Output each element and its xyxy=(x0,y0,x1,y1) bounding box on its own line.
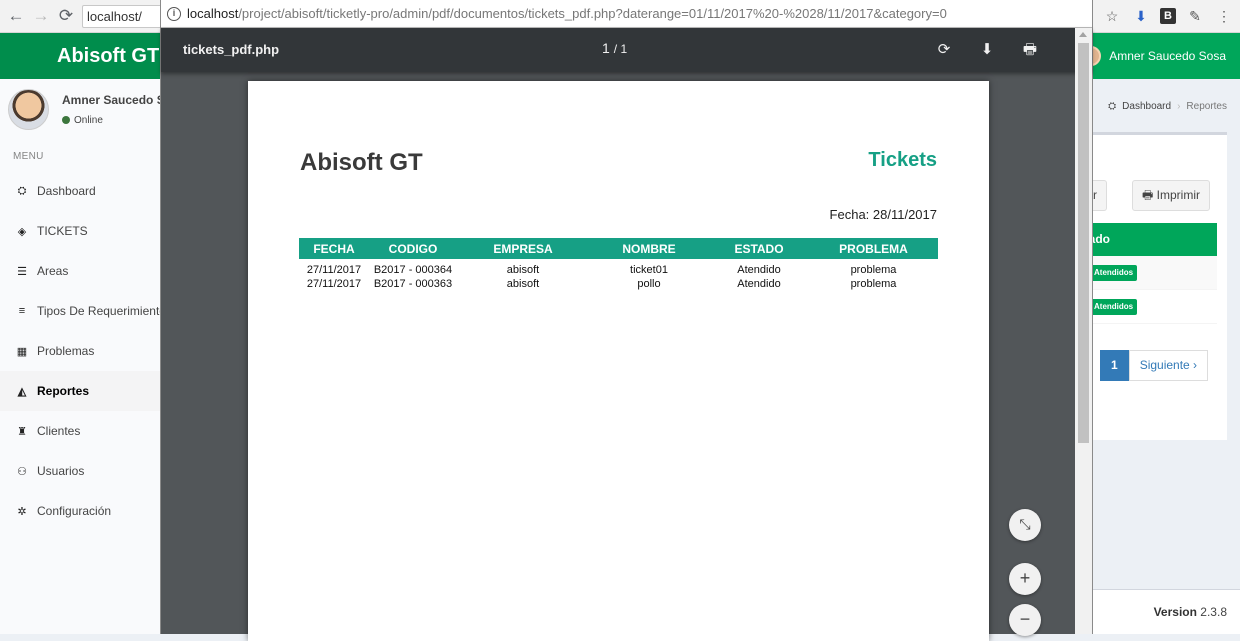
area-chart-icon: ◭ xyxy=(17,385,27,398)
print-icon[interactable]: 🖶 xyxy=(1019,39,1041,61)
address-bar[interactable]: localhost/ xyxy=(82,5,167,28)
gear-icon: ✲ xyxy=(17,505,27,518)
download-icon[interactable]: ⬇ xyxy=(976,39,998,61)
sidebar-item-label: Areas xyxy=(37,264,69,278)
header-user-menu[interactable]: Amner Saucedo Sosa xyxy=(1081,33,1226,79)
sidebar-item-label: Reportes xyxy=(37,384,90,398)
table-cell: ticket01 xyxy=(630,264,668,276)
extension-bootstrap-icon[interactable]: B xyxy=(1160,8,1176,24)
extension-colorpicker-icon[interactable]: ✎ xyxy=(1185,6,1205,26)
fit-to-page-button[interactable]: ⤡ xyxy=(1009,509,1041,541)
online-dot-icon xyxy=(62,116,70,124)
table-cell: abisoft xyxy=(506,278,540,290)
sidebar-item-label: Problemas xyxy=(37,344,95,358)
document-title: Tickets xyxy=(868,149,937,171)
dashboard-icon: ⛭ xyxy=(1108,101,1117,112)
table-cell: problema xyxy=(850,264,897,276)
page-indicator: 1/ 1 xyxy=(602,40,627,56)
breadcrumb: ⛭ Dashboard › Reportes xyxy=(1108,101,1227,112)
pdf-page: Abisoft GT Tickets Fecha: 28/11/2017 FEC… xyxy=(248,81,989,641)
dashboard-icon: ⛭ xyxy=(17,184,27,197)
bars-icon: ≡ xyxy=(18,305,26,317)
browser-extension-icons: ☆ ⬇ B ✎ ⋮ xyxy=(1102,5,1234,27)
user-icon: ♜ xyxy=(17,425,27,438)
browser-menu-icon[interactable]: ⋮ xyxy=(1214,6,1234,26)
table-header-row: FECHA CODIGO EMPRESA NOMBRE ESTADO PROBL… xyxy=(299,238,938,259)
breadcrumb-separator: › xyxy=(1177,101,1181,112)
ticket-icon: ◈ xyxy=(17,225,27,238)
table-cell: 27/11/2017 xyxy=(306,278,362,290)
document-date: Fecha: 28/11/2017 xyxy=(829,207,937,222)
document-brand: Abisoft GT xyxy=(300,149,423,176)
page-1-button[interactable]: 1 xyxy=(1100,350,1129,381)
current-page[interactable]: 1 xyxy=(602,40,610,56)
zoom-out-button[interactable]: − xyxy=(1009,604,1041,636)
version-label: Version xyxy=(1153,605,1197,619)
column-header: PROBLEMA xyxy=(809,238,938,259)
table-row: 27/11/2017 B2017 - 000363 abisoft pollo … xyxy=(299,277,938,291)
print-button-label: Imprimir xyxy=(1156,188,1200,202)
back-arrow-icon[interactable]: ← xyxy=(6,6,26,26)
url-path: /project/abisoft/ticketly-pro/admin/pdf/… xyxy=(238,6,947,21)
info-icon[interactable]: i xyxy=(167,7,181,21)
breadcrumb-home[interactable]: Dashboard xyxy=(1122,101,1171,112)
sidebar-item-label: Usuarios xyxy=(37,464,85,478)
table-cell: B2017 - 000363 xyxy=(373,278,453,290)
version-number: 2.3.8 xyxy=(1200,605,1227,619)
url-host: localhost xyxy=(187,6,239,21)
next-page-button[interactable]: Siguiente › xyxy=(1128,350,1209,381)
pagination: 1 Siguiente › xyxy=(1100,350,1209,381)
forward-arrow-icon[interactable]: → xyxy=(31,6,51,26)
status-badge: Atendidos xyxy=(1090,265,1138,281)
breadcrumb-current: Reportes xyxy=(1186,101,1227,112)
sidebar-item-label: Tipos De Requerimientos xyxy=(37,304,172,318)
reload-icon[interactable]: ⟳ xyxy=(56,6,76,26)
scrollbar-thumb[interactable] xyxy=(1078,43,1089,443)
sidebar-item-label: Configuración xyxy=(37,504,112,518)
scroll-up-arrow-icon[interactable] xyxy=(1079,32,1087,37)
pdf-toolbar: tickets_pdf.php 1/ 1 ⟳ ⬇ 🖶 xyxy=(161,28,1092,72)
bookmark-star-icon[interactable]: ☆ xyxy=(1102,6,1122,26)
popup-scrollbar[interactable] xyxy=(1075,28,1092,634)
online-status: Online xyxy=(62,115,103,126)
pdf-file-name: tickets_pdf.php xyxy=(183,42,280,57)
list-icon: ☰ xyxy=(17,265,27,278)
column-header: ESTADO xyxy=(709,238,809,259)
avatar xyxy=(8,89,49,130)
grid-icon: ▦ xyxy=(16,345,28,358)
table-cell: B2017 - 000364 xyxy=(373,264,453,276)
column-header: NOMBRE xyxy=(589,238,709,259)
table-row: 27/11/2017 B2017 - 000364 abisoft ticket… xyxy=(299,259,938,277)
column-header: EMPRESA xyxy=(457,238,589,259)
users-icon: ⚇ xyxy=(17,465,27,478)
table-cell: pollo xyxy=(637,278,661,290)
version-info: Version 2.3.8 xyxy=(1154,605,1227,619)
table-cell: abisoft xyxy=(506,264,540,276)
print-icon: 🖶 xyxy=(1142,188,1154,202)
sidebar-item-label: Dashboard xyxy=(37,184,96,198)
menu-header: MENU xyxy=(13,151,44,162)
extension-download-icon[interactable]: ⬇ xyxy=(1131,6,1151,26)
status-badge: Atendidos xyxy=(1090,299,1138,315)
table-cell: problema xyxy=(850,278,897,290)
status-text: Online xyxy=(74,115,103,126)
pdf-popup-window: i localhost/project/abisoft/ticketly-pro/… xyxy=(160,0,1093,641)
total-pages: / 1 xyxy=(613,42,628,56)
table-cell: 27/11/2017 xyxy=(306,264,362,276)
rotate-icon[interactable]: ⟳ xyxy=(933,39,955,61)
column-header: FECHA xyxy=(299,238,369,259)
print-button[interactable]: 🖶 Imprimir xyxy=(1132,180,1210,211)
table-cell: Atendido xyxy=(737,278,781,290)
tickets-table: FECHA CODIGO EMPRESA NOMBRE ESTADO PROBL… xyxy=(299,238,938,291)
sidebar-item-label: TICKETS xyxy=(37,224,88,238)
table-cell: Atendido xyxy=(737,264,781,276)
popup-address-bar[interactable]: i localhost/project/abisoft/ticketly-pro/… xyxy=(161,0,1092,28)
zoom-in-button[interactable]: + xyxy=(1009,563,1041,595)
header-user-name: Amner Saucedo Sosa xyxy=(1109,49,1226,63)
column-header: CODIGO xyxy=(369,238,457,259)
sidebar-item-label: Clientes xyxy=(37,424,81,438)
